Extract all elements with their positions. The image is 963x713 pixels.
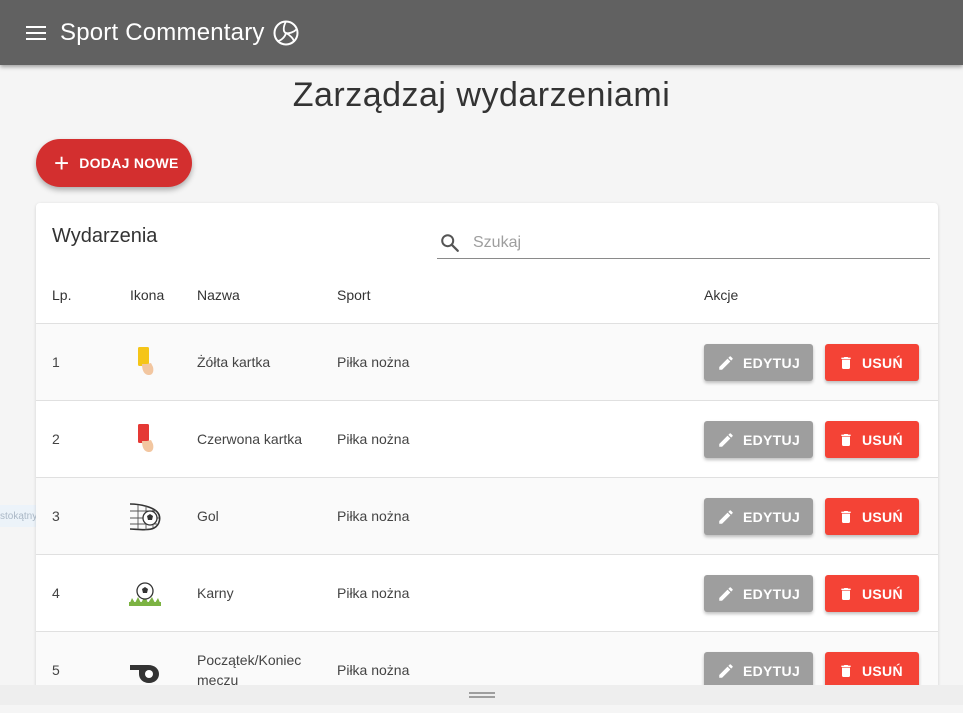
event-sport: Piłka nożna bbox=[337, 508, 410, 524]
app-bar: Sport Commentary bbox=[0, 0, 963, 65]
events-table-card: Wydarzenia Lp. Ikona Nazwa Sport Akcje 1… bbox=[36, 203, 938, 693]
trash-icon bbox=[841, 510, 851, 523]
edit-label: EDYTUJ bbox=[743, 354, 801, 371]
pencil-icon bbox=[719, 355, 733, 370]
delete-button[interactable]: USUŃ bbox=[825, 498, 919, 535]
delete-label: USUŃ bbox=[862, 431, 903, 448]
edit-label: EDYTUJ bbox=[743, 585, 801, 602]
delete-label: USUŃ bbox=[862, 354, 903, 371]
delete-label: USUŃ bbox=[862, 508, 903, 525]
page-title: Zarządzaj wydarzeniami bbox=[292, 76, 671, 114]
goal-net-icon bbox=[128, 478, 162, 554]
search-field[interactable] bbox=[437, 227, 930, 259]
edit-label: EDYTUJ bbox=[743, 431, 801, 448]
delete-button[interactable]: USUŃ bbox=[825, 575, 919, 612]
volleyball-icon bbox=[273, 20, 299, 46]
penalty-ball-icon bbox=[128, 555, 162, 631]
pencil-icon bbox=[719, 432, 733, 447]
delete-button[interactable]: USUŃ bbox=[825, 421, 919, 458]
search-icon bbox=[441, 233, 459, 252]
trash-icon bbox=[841, 664, 851, 677]
table-row: 2 Czerwona kartka Piłka nożna EDYTUJ USU… bbox=[36, 401, 938, 478]
add-new-label: DODAJ NOWE bbox=[79, 155, 179, 171]
table-title: Wydarzenia bbox=[52, 225, 158, 247]
whistle-icon bbox=[128, 632, 162, 693]
row-number: 3 bbox=[52, 508, 60, 524]
yellow-card-icon bbox=[128, 324, 162, 400]
drag-ghost-text: stokątny bbox=[0, 510, 38, 522]
edit-button[interactable]: EDYTUJ bbox=[704, 498, 813, 535]
trash-icon bbox=[841, 433, 851, 446]
column-header-lp: Lp. bbox=[52, 287, 72, 303]
edit-label: EDYTUJ bbox=[743, 662, 801, 679]
edit-label: EDYTUJ bbox=[743, 508, 801, 525]
column-header-name: Nazwa bbox=[197, 287, 240, 303]
event-sport: Piłka nożna bbox=[337, 431, 410, 447]
edit-button[interactable]: EDYTUJ bbox=[704, 652, 813, 689]
add-new-button[interactable]: + DODAJ NOWE bbox=[36, 139, 192, 187]
row-number: 4 bbox=[52, 585, 60, 601]
trash-icon bbox=[841, 587, 851, 600]
resize-handle-icon[interactable] bbox=[468, 692, 495, 698]
event-name: Początek/Koniec meczu bbox=[197, 652, 302, 688]
menu-icon[interactable] bbox=[26, 25, 46, 40]
event-name: Czerwona kartka bbox=[197, 431, 303, 447]
event-sport: Piłka nożna bbox=[337, 662, 410, 678]
table-row: 4 Karny Piłka nożna EDYTUJ USUŃ bbox=[36, 555, 938, 632]
pencil-icon bbox=[719, 663, 733, 678]
column-header-actions: Akcje bbox=[704, 287, 739, 303]
delete-label: USUŃ bbox=[862, 585, 903, 602]
row-number: 1 bbox=[52, 354, 60, 370]
delete-label: USUŃ bbox=[862, 662, 903, 679]
column-header-icon: Ikona bbox=[130, 287, 165, 303]
app-title: Sport Commentary bbox=[60, 18, 265, 46]
delete-button[interactable]: USUŃ bbox=[825, 344, 919, 381]
event-name: Gol bbox=[197, 508, 219, 524]
pencil-icon bbox=[719, 586, 733, 601]
event-name: Żółta kartka bbox=[197, 354, 271, 370]
event-name: Karny bbox=[197, 585, 234, 601]
trash-icon bbox=[841, 356, 851, 369]
edit-button[interactable]: EDYTUJ bbox=[704, 421, 813, 458]
table-row: 5 Początek/Koniec meczu Piłka nożna EDYT… bbox=[36, 632, 938, 693]
table-header: Lp. Ikona Nazwa Sport Akcje bbox=[36, 263, 938, 324]
resize-bar bbox=[0, 685, 963, 705]
row-number: 2 bbox=[52, 431, 60, 447]
edit-button[interactable]: EDYTUJ bbox=[704, 575, 813, 612]
event-sport: Piłka nożna bbox=[337, 354, 410, 370]
red-card-icon bbox=[128, 401, 162, 477]
column-header-sport: Sport bbox=[337, 287, 371, 303]
pencil-icon bbox=[719, 509, 733, 524]
table-row: 3 Gol Piłka nożna EDYTUJ USUŃ bbox=[36, 478, 938, 555]
plus-icon: + bbox=[54, 148, 70, 178]
row-number: 5 bbox=[52, 662, 60, 678]
event-sport: Piłka nożna bbox=[337, 585, 410, 601]
edit-button[interactable]: EDYTUJ bbox=[704, 344, 813, 381]
delete-button[interactable]: USUŃ bbox=[825, 652, 919, 689]
table-row: 1 Żółta kartka Piłka nożna EDYTUJ USUŃ bbox=[36, 324, 938, 401]
search-input[interactable] bbox=[471, 232, 911, 253]
